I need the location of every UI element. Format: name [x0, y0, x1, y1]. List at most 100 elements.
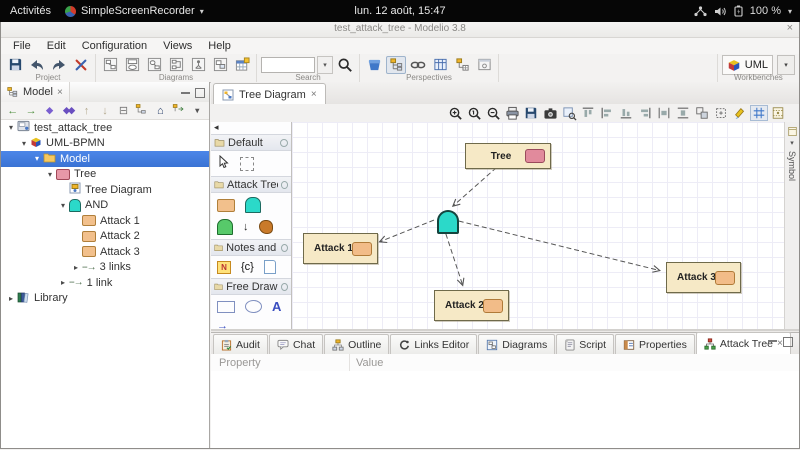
- expander-icon[interactable]: ▸: [70, 263, 82, 272]
- tab-model[interactable]: Model ×: [1, 82, 70, 102]
- node-and-gate[interactable]: [437, 210, 459, 234]
- analyst-perspective-button[interactable]: [452, 56, 472, 74]
- column-property[interactable]: Property: [211, 354, 350, 371]
- undo-button[interactable]: [27, 56, 47, 74]
- ellipse-tool[interactable]: [245, 300, 262, 313]
- zoom-out-button[interactable]: [484, 105, 502, 121]
- select-tool[interactable]: [217, 155, 230, 172]
- grid-toggle-button[interactable]: [750, 105, 768, 121]
- navigate-forward-button[interactable]: →: [23, 105, 38, 117]
- tab-links-editor[interactable]: Links Editor: [390, 334, 477, 354]
- tree-item-uml-bpmn[interactable]: ▾ UML-BPMN: [1, 136, 209, 152]
- tree-item-tree[interactable]: ▾ Tree: [1, 167, 209, 183]
- align-left-button[interactable]: [598, 105, 616, 121]
- zoom-selection-button[interactable]: [560, 105, 578, 121]
- navigate-back-button[interactable]: ←: [5, 105, 20, 117]
- tab-tree-diagram[interactable]: Tree Diagram ×: [213, 83, 326, 105]
- class-diagram-button[interactable]: [100, 56, 120, 74]
- node-attack-3[interactable]: Attack 3: [666, 262, 741, 293]
- minimize-panel-button[interactable]: [181, 92, 190, 97]
- pin-icon[interactable]: [280, 139, 288, 147]
- tree-item-library[interactable]: ▸ Library: [1, 291, 209, 307]
- tree-item-and[interactable]: ▾ AND: [1, 198, 209, 214]
- marquee-zoom-tool[interactable]: [240, 157, 254, 171]
- expander-icon[interactable]: ▾: [31, 154, 43, 163]
- tree-item-test-attack-tree[interactable]: ▾ test_attack_tree: [1, 120, 209, 136]
- distribute-horizontal-button[interactable]: [655, 105, 673, 121]
- expander-icon[interactable]: ▸: [5, 294, 17, 303]
- text-tool[interactable]: A: [272, 299, 281, 314]
- pin-icon[interactable]: [281, 283, 288, 291]
- align-bottom-button[interactable]: [617, 105, 635, 121]
- diagram-canvas[interactable]: Tree Attack 1 Attack 2 Attack 3: [292, 122, 785, 329]
- clock[interactable]: lun. 12 août, 15:47: [354, 5, 445, 17]
- maximize-panel-button[interactable]: [783, 337, 793, 347]
- palette-section-attack-tree[interactable]: Attack Tree: [211, 176, 291, 193]
- menu-edit[interactable]: Edit: [39, 39, 74, 53]
- palette-section-default[interactable]: Default: [211, 134, 291, 151]
- tree-item-3-links[interactable]: ▸ --→ 3 links: [1, 260, 209, 276]
- activity-diagram-button[interactable]: [188, 56, 208, 74]
- line-tool[interactable]: →: [217, 320, 228, 329]
- maximize-panel-button[interactable]: [195, 88, 205, 98]
- state-diagram-button[interactable]: [166, 56, 186, 74]
- print-button[interactable]: [503, 105, 521, 121]
- horizontal-sash[interactable]: [211, 329, 799, 331]
- close-icon[interactable]: ×: [311, 89, 317, 100]
- sequence-diagram-button[interactable]: [144, 56, 164, 74]
- fit-to-content-button[interactable]: [712, 105, 730, 121]
- menu-configuration[interactable]: Configuration: [74, 39, 155, 53]
- screenshot-button[interactable]: [541, 105, 559, 121]
- format-painter-button[interactable]: [731, 105, 749, 121]
- expander-icon[interactable]: ▾: [44, 170, 56, 179]
- pin-icon[interactable]: [281, 181, 288, 189]
- model-bucket-button[interactable]: [364, 56, 384, 74]
- page-setup-button[interactable]: [769, 105, 787, 121]
- sync-tree-button[interactable]: [171, 103, 186, 118]
- expander-icon[interactable]: ▾: [5, 123, 17, 132]
- tree-item-tree-diagram[interactable]: Tree Diagram: [1, 182, 209, 198]
- matrix-perspective-button[interactable]: [430, 56, 450, 74]
- node-attack-1[interactable]: Attack 1: [303, 233, 378, 264]
- tab-diagrams[interactable]: Diagrams: [478, 334, 555, 354]
- home-button[interactable]: ⌂: [153, 105, 168, 117]
- expander-icon[interactable]: ▸: [57, 278, 69, 287]
- expander-icon[interactable]: ▾: [57, 201, 69, 210]
- tree-item-model[interactable]: ▾ Model: [1, 151, 209, 167]
- usecase-diagram-button[interactable]: [122, 56, 142, 74]
- configure-tools-button[interactable]: [71, 56, 91, 74]
- distribute-vertical-button[interactable]: [674, 105, 692, 121]
- property-table-body[interactable]: [211, 371, 799, 448]
- tree-item-attack-1[interactable]: Attack 1: [1, 213, 209, 229]
- move-up-button[interactable]: ↑: [79, 105, 94, 117]
- save-image-button[interactable]: [522, 105, 540, 121]
- view-menu-chevron-icon[interactable]: ▾: [190, 106, 205, 115]
- rectangle-tool[interactable]: [217, 301, 235, 313]
- minimize-panel-button[interactable]: [768, 340, 777, 345]
- related-diamond-left-button[interactable]: ◆: [42, 105, 57, 116]
- menu-views[interactable]: Views: [155, 39, 200, 53]
- system-menu-chevron-icon[interactable]: ▾: [788, 7, 792, 16]
- zoom-in-button[interactable]: [446, 105, 464, 121]
- tree-item-attack-3[interactable]: Attack 3: [1, 244, 209, 260]
- tab-chat[interactable]: Chat: [269, 334, 323, 354]
- search-history-dropdown[interactable]: ▾: [317, 56, 333, 74]
- palette-section-free-drawing[interactable]: Free Drawing: [211, 278, 291, 295]
- align-top-button[interactable]: [579, 105, 597, 121]
- collapse-all-button[interactable]: ⊟: [116, 104, 131, 117]
- or-gate-tool[interactable]: [217, 219, 233, 235]
- column-value[interactable]: Value: [350, 357, 383, 369]
- workbench-select[interactable]: UML: [722, 55, 773, 75]
- menu-help[interactable]: Help: [200, 39, 239, 53]
- same-size-button[interactable]: [693, 105, 711, 121]
- node-tree[interactable]: Tree: [465, 143, 551, 169]
- window-close-button[interactable]: ×: [787, 22, 793, 34]
- tree-item-attack-2[interactable]: Attack 2: [1, 229, 209, 245]
- search-input[interactable]: [261, 57, 315, 73]
- tab-audit[interactable]: Audit: [213, 334, 268, 354]
- move-down-button[interactable]: ↓: [97, 105, 112, 117]
- close-icon[interactable]: ×: [57, 87, 63, 98]
- node-attack-2[interactable]: Attack 2: [434, 290, 509, 321]
- and-gate-tool[interactable]: [245, 197, 261, 213]
- link-tool[interactable]: ↓: [243, 221, 249, 233]
